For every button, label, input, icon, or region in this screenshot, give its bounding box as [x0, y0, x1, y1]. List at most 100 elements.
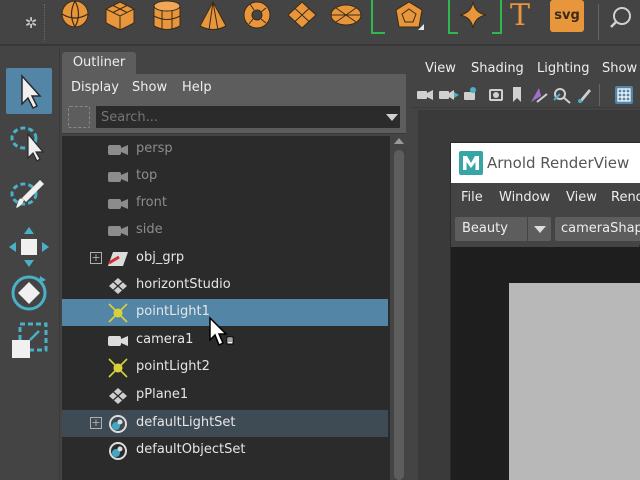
- outliner-item-label: defaultObjectSet: [136, 442, 246, 457]
- shelf-settings-gear-icon[interactable]: ✲: [22, 14, 40, 32]
- outliner-panel: Outliner Display Show Help persp top: [62, 52, 406, 480]
- outliner-item-label: pointLight1: [136, 304, 210, 319]
- search-input[interactable]: [96, 106, 400, 128]
- arnold-menubar: File Window View Rend: [451, 183, 640, 213]
- menu-display[interactable]: Display: [71, 80, 119, 95]
- group-transform-icon: [108, 252, 128, 266]
- bookmark-icon[interactable]: [510, 86, 524, 104]
- arnold-menu-window[interactable]: Window: [499, 190, 550, 205]
- menu-show[interactable]: Show: [132, 80, 167, 95]
- rotate-tool-button[interactable]: [6, 270, 52, 316]
- search-options-dropdown-icon[interactable]: [386, 114, 398, 121]
- platonic-icon[interactable]: [392, 0, 426, 34]
- shelf-separator: [598, 4, 599, 40]
- outliner-scrollbar[interactable]: [392, 136, 406, 480]
- outliner-item-label: horizontStudio: [136, 277, 231, 292]
- outliner-item-label: obj_grp: [136, 250, 185, 265]
- paint-icon[interactable]: [576, 86, 594, 104]
- outliner-item-top[interactable]: top: [62, 163, 388, 190]
- outliner-item-label: front: [136, 195, 167, 210]
- camera-attributes-icon[interactable]: [438, 86, 460, 104]
- scale-tool-button[interactable]: [6, 318, 52, 364]
- outliner-item-pointlight2[interactable]: pointLight2: [62, 354, 388, 381]
- outliner-item-persp[interactable]: persp: [62, 136, 388, 163]
- menu-show[interactable]: Show: [602, 61, 637, 76]
- camera-select[interactable]: cameraShape: [555, 217, 640, 241]
- arnold-controls: Beauty cameraShape: [451, 213, 640, 245]
- cylinder-icon[interactable]: [150, 0, 184, 34]
- set-icon: [109, 415, 127, 433]
- aov-select[interactable]: Beauty: [455, 217, 551, 241]
- point-light-icon: [108, 358, 128, 378]
- shelf-group-bracket: [371, 0, 385, 34]
- camera-icon: [108, 226, 128, 236]
- shelf-group-bracket: [492, 0, 502, 34]
- outliner-search-row: [62, 102, 406, 134]
- maya-logo-icon: [459, 151, 483, 175]
- outliner-item-label: pointLight2: [136, 359, 210, 374]
- search-icon[interactable]: [608, 4, 634, 30]
- menu-lighting[interactable]: Lighting: [537, 61, 590, 76]
- plane-icon[interactable]: [285, 0, 319, 34]
- expand-toggle[interactable]: +: [90, 252, 102, 264]
- arnold-menu-file[interactable]: File: [461, 190, 483, 205]
- expand-toggle[interactable]: +: [90, 417, 102, 429]
- arnold-menu-view[interactable]: View: [566, 190, 597, 205]
- menu-shading[interactable]: Shading: [471, 61, 524, 76]
- torus-icon[interactable]: [240, 0, 274, 34]
- outliner-item-label: pPlane1: [136, 387, 189, 402]
- sphere-icon[interactable]: [58, 0, 92, 34]
- isolate-select-icon[interactable]: [529, 86, 549, 104]
- render-image: [509, 283, 640, 480]
- cube-icon[interactable]: [103, 0, 137, 34]
- type-icon[interactable]: T: [505, 0, 535, 34]
- arnold-window-title: Arnold RenderView: [487, 154, 630, 172]
- outliner-item-label: persp: [136, 141, 173, 156]
- outliner-item-defaultlightset[interactable]: + defaultLightSet: [62, 410, 388, 437]
- xray-icon[interactable]: [552, 86, 572, 104]
- scale-tool-icon: [12, 322, 48, 358]
- select-tool-button[interactable]: [6, 68, 52, 114]
- outliner-tab[interactable]: Outliner: [62, 52, 136, 74]
- outliner-item-defaultobjectset[interactable]: defaultObjectSet: [62, 437, 388, 464]
- menu-help[interactable]: Help: [182, 80, 212, 95]
- outliner-list: persp top front side + obj_grp horizontS…: [62, 136, 390, 480]
- maya-window: ✲ T svg Outliner Display Show Help Searc…: [0, 0, 640, 480]
- outliner-item-obj-grp[interactable]: + obj_grp: [62, 245, 388, 272]
- outliner-item-front[interactable]: front: [62, 190, 388, 217]
- mouse-cursor-icon: [209, 316, 234, 347]
- arnold-titlebar[interactable]: Arnold RenderView: [451, 143, 640, 183]
- move-tool-button[interactable]: [6, 224, 52, 270]
- svg-icon[interactable]: svg: [550, 0, 584, 32]
- lasso-tool-button[interactable]: [6, 120, 52, 166]
- bookmark-camera-icon[interactable]: [463, 86, 483, 104]
- set-icon: [109, 442, 127, 460]
- outliner-item-label: defaultLightSet: [136, 415, 236, 430]
- shelf-drag-handle[interactable]: [44, 4, 48, 42]
- filter-icon[interactable]: [68, 106, 90, 128]
- aov-select-value: Beauty: [462, 221, 508, 236]
- camera-select-icon[interactable]: [416, 86, 434, 104]
- outliner-item-side[interactable]: side: [62, 217, 388, 244]
- render-canvas[interactable]: [451, 247, 640, 480]
- lasso-tool-icon: [10, 126, 45, 162]
- menu-view[interactable]: View: [425, 61, 456, 76]
- disc-icon[interactable]: [329, 0, 363, 34]
- chevron-down-icon[interactable]: [527, 217, 551, 241]
- image-plane-icon[interactable]: [487, 86, 507, 104]
- select-tool-icon: [21, 74, 42, 110]
- point-light-icon: [108, 303, 128, 323]
- superellipse-icon[interactable]: [456, 0, 490, 34]
- paint-select-tool-button[interactable]: [6, 172, 52, 218]
- grid-toggle-icon[interactable]: [614, 85, 634, 105]
- scrollbar-thumb[interactable]: [394, 150, 404, 480]
- scroll-up-arrow-icon[interactable]: [394, 138, 404, 144]
- outliner-item-horizontstudio[interactable]: horizontStudio: [62, 272, 388, 299]
- cone-icon[interactable]: [196, 0, 230, 34]
- camera-icon: [108, 199, 128, 209]
- viewport-menubar: View Shading Lighting Show: [412, 52, 640, 82]
- arnold-menu-render[interactable]: Rend: [611, 190, 640, 205]
- camera-icon: [108, 172, 128, 182]
- outliner-item-pplane1[interactable]: pPlane1: [62, 382, 388, 409]
- move-tool-icon: [9, 227, 49, 267]
